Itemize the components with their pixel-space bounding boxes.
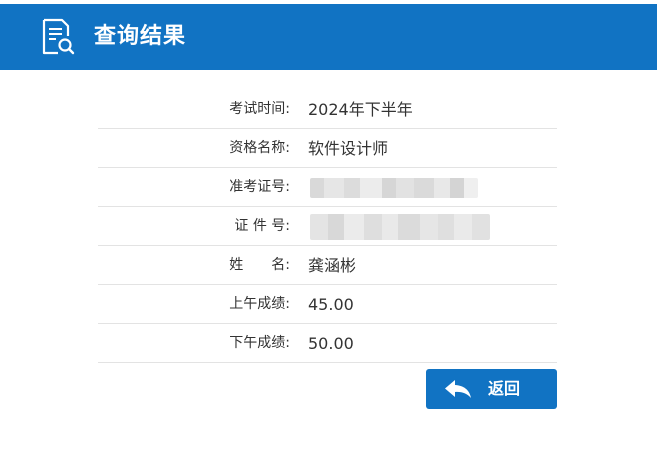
result-table: 考试时间: 2024年下半年 资格名称: 软件设计师 准考证号: 证 件 号: … [98,90,557,363]
page-title: 查询结果 [94,24,187,49]
admission-number-label: 准考证号: [229,179,290,195]
result-row-id-number: 证 件 号: [98,207,557,246]
name-value: 龚涵彬 [308,256,357,275]
id-number-redacted [310,214,490,240]
back-button-label: 返回 [488,379,521,398]
morning-score-value: 45.00 [308,295,354,314]
id-number-label: 证 件 号: [234,218,290,234]
query-result-page: 查询结果 考试时间: 2024年下半年 资格名称: 软件设计师 准考证号: 证 … [0,0,657,463]
exam-time-label: 考试时间: [229,101,290,117]
return-arrow-icon [445,380,471,398]
header-bar: 查询结果 [0,4,657,70]
morning-score-label: 上午成绩: [229,296,290,312]
exam-time-value: 2024年下半年 [308,100,413,119]
result-row-afternoon-score: 下午成绩: 50.00 [98,324,557,363]
admission-number-redacted [310,178,478,198]
result-row-morning-score: 上午成绩: 45.00 [98,285,557,324]
afternoon-score-value: 50.00 [308,334,354,353]
back-button[interactable]: 返回 [426,369,557,409]
result-row-exam-time: 考试时间: 2024年下半年 [98,90,557,129]
afternoon-score-label: 下午成绩: [229,335,290,351]
result-row-qualification: 资格名称: 软件设计师 [98,129,557,168]
result-row-admission-number: 准考证号: [98,168,557,207]
document-search-icon [42,18,75,55]
qualification-label: 资格名称: [229,140,290,156]
result-row-name: 姓 名: 龚涵彬 [98,246,557,285]
name-label: 姓 名: [229,257,290,273]
qualification-value: 软件设计师 [308,139,389,158]
